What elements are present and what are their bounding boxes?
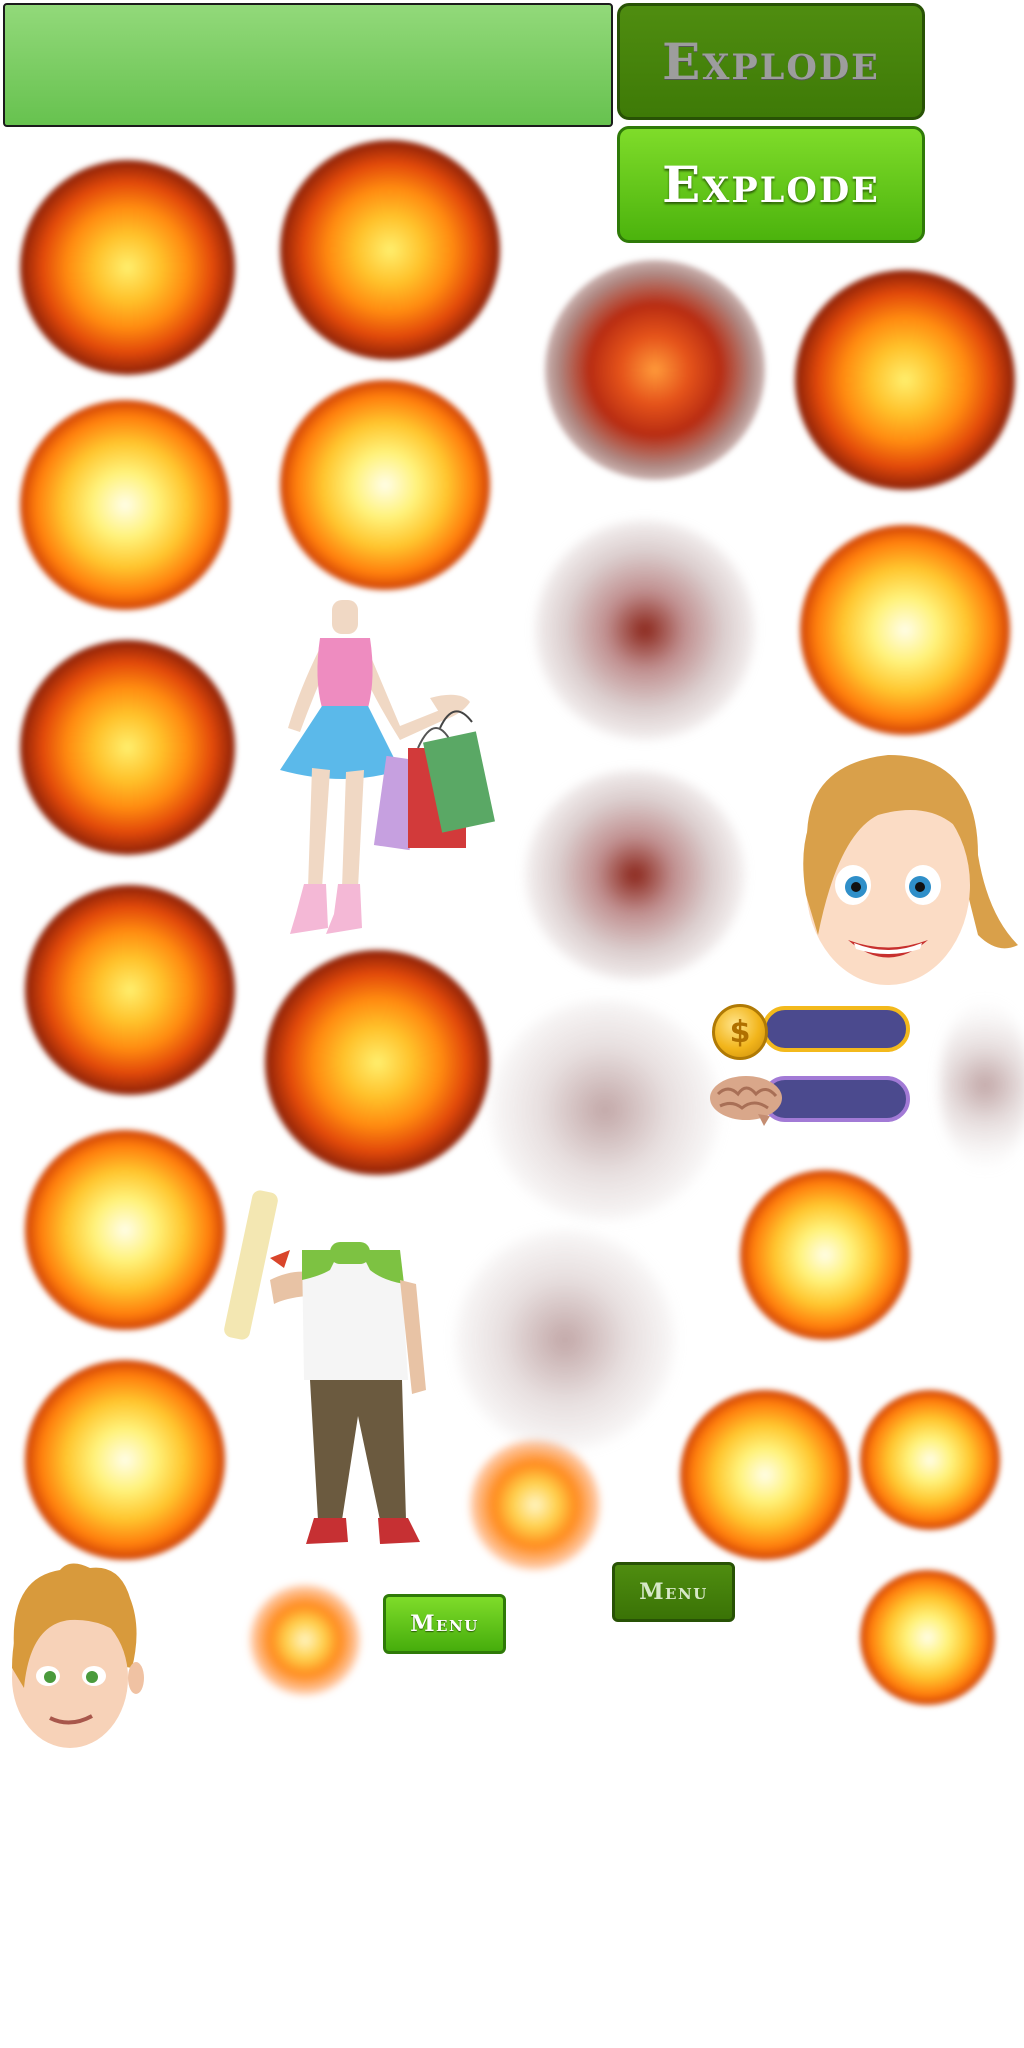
- coin-icon: $: [712, 1004, 768, 1060]
- menu-button[interactable]: Menu: [383, 1594, 506, 1654]
- explosion-sprite: [545, 260, 765, 480]
- female-head-sprite: [803, 755, 1018, 985]
- explosion-sprite: [940, 1000, 1024, 1170]
- male-head-sprite: [12, 1563, 144, 1748]
- explosion-sprite: [280, 140, 500, 360]
- brain-icon: [710, 1076, 782, 1126]
- explosion-sprite: [535, 520, 755, 740]
- explode-button[interactable]: Explode: [617, 126, 925, 243]
- explosion-sprite: [740, 1170, 910, 1340]
- explosion-sprite: [20, 160, 235, 375]
- explosion-sprite: [795, 270, 1015, 490]
- female-body-sprite: [280, 600, 495, 934]
- explosion-sprite: [800, 525, 1010, 735]
- explosion-sprite: [455, 1230, 675, 1450]
- explosion-sprite: [490, 1000, 720, 1220]
- explosion-sprite: [860, 1570, 995, 1705]
- explosion-sprite: [525, 770, 745, 980]
- male-body-sprite: [224, 1190, 426, 1544]
- explosion-sprite: [265, 950, 490, 1175]
- explode-button-disabled[interactable]: Explode: [617, 3, 925, 120]
- title-bar-panel: [3, 3, 613, 127]
- explosion-sprite: [860, 1390, 1000, 1530]
- explosion-sprite: [470, 1440, 600, 1570]
- gold-resource-bar: [762, 1006, 910, 1052]
- explosion-sprite: [680, 1390, 850, 1560]
- explosion-sprite: [280, 380, 490, 590]
- explosion-sprite: [250, 1585, 360, 1695]
- explosion-sprite: [25, 1130, 225, 1330]
- menu-button-disabled[interactable]: Menu: [612, 1562, 735, 1622]
- explosion-sprite: [20, 640, 235, 855]
- explosion-sprite: [25, 1360, 225, 1560]
- explosion-sprite: [25, 885, 235, 1095]
- explosion-sprite: [20, 400, 230, 610]
